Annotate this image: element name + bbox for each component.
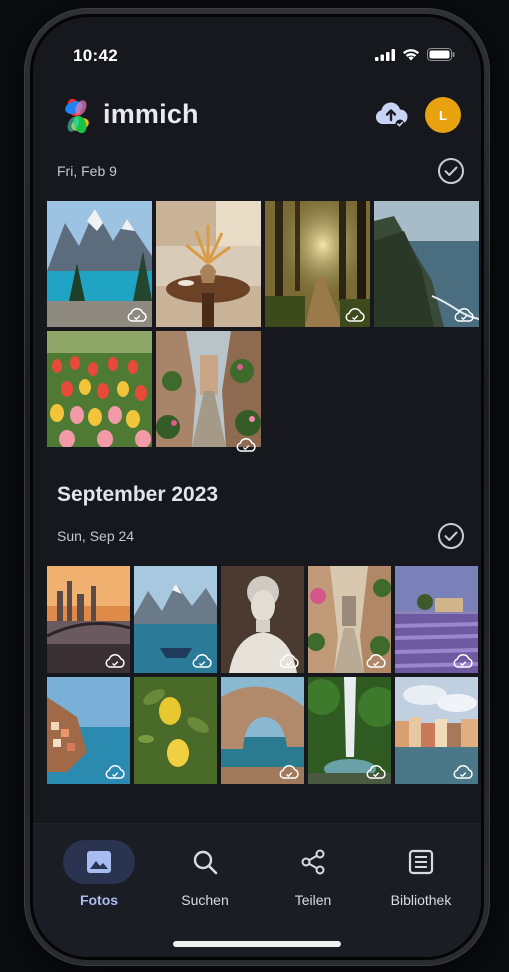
nav-item-bibliothek[interactable]: Bibliothek: [371, 840, 471, 908]
lemons-image: [134, 677, 217, 784]
app-name: immich: [103, 99, 199, 129]
nav-label: Suchen: [181, 892, 229, 908]
battery-icon: [427, 48, 455, 61]
search-icon: [193, 850, 218, 875]
photo-grid-sep: [47, 566, 478, 784]
nav-indicator: [277, 840, 349, 884]
nav-item-suchen[interactable]: Suchen: [155, 840, 255, 908]
cloud-synced-icon: [192, 653, 212, 668]
cloud-synced-icon: [105, 653, 125, 668]
nav-label: Teilen: [294, 892, 332, 908]
date-label: Sun, Sep 24: [57, 528, 135, 544]
photo-thumbnail[interactable]: [134, 566, 217, 673]
photo-thumbnail[interactable]: [221, 677, 304, 784]
bottom-navigation: Fotos Suchen Teilen Bibliothek: [33, 823, 481, 957]
image-icon: [87, 851, 111, 873]
select-all-check-icon[interactable]: [437, 157, 465, 185]
home-indicator[interactable]: [173, 941, 341, 947]
nav-item-teilen[interactable]: Teilen: [263, 840, 363, 908]
photo-thumbnail[interactable]: [47, 566, 130, 673]
nav-indicator: [385, 840, 457, 884]
signal-icon: [375, 48, 395, 61]
cloud-synced-icon: [453, 764, 473, 779]
user-avatar[interactable]: L: [425, 97, 461, 133]
cloud-synced-icon: [366, 764, 386, 779]
status-bar: 10:42: [33, 17, 481, 77]
nav-label: Fotos: [79, 892, 119, 908]
immich-logo-icon: [65, 98, 89, 134]
photo-thumbnail[interactable]: [374, 201, 479, 327]
backup-cloud-icon[interactable]: [373, 99, 409, 131]
date-label: Fri, Feb 9: [57, 163, 117, 179]
tulip-field-image: [47, 331, 152, 448]
photo-thumbnail[interactable]: [308, 566, 391, 673]
cloud-synced-icon: [279, 764, 299, 779]
date-header-sep-24: Sun, Sep 24: [57, 522, 465, 552]
photo-thumbnail[interactable]: [134, 677, 217, 784]
cloud-synced-icon: [345, 307, 365, 322]
phone-frame: 10:42 immich L Fri, Feb 9 September 2023…: [24, 8, 490, 966]
photo-thumbnail[interactable]: [156, 201, 261, 327]
photo-thumbnail[interactable]: [156, 331, 261, 457]
cloud-synced-icon: [366, 653, 386, 668]
month-title: September 2023: [57, 483, 219, 506]
cloud-synced-icon: [453, 653, 473, 668]
select-all-check-icon[interactable]: [437, 522, 465, 550]
cloud-synced-icon: [279, 653, 299, 668]
photo-grid-feb: [47, 201, 479, 457]
cloud-synced-icon: [105, 764, 125, 779]
status-time: 10:42: [73, 46, 118, 65]
date-header-feb-9: Fri, Feb 9: [57, 157, 465, 187]
photo-thumbnail[interactable]: [47, 677, 130, 784]
cloud-synced-icon: [454, 307, 474, 322]
share-icon: [301, 849, 325, 875]
nav-item-fotos[interactable]: Fotos: [49, 840, 149, 908]
app-header: immich L: [57, 97, 461, 137]
wifi-icon: [403, 49, 419, 61]
flowered-alley-image: [156, 331, 261, 447]
photo-thumbnail[interactable]: [395, 566, 478, 673]
library-icon: [408, 849, 434, 875]
cloud-synced-icon: [236, 437, 256, 452]
photo-thumbnail[interactable]: [395, 677, 478, 784]
living-room-image: [156, 201, 261, 327]
photo-thumbnail[interactable]: [47, 201, 152, 327]
phone-screen: 10:42 immich L Fri, Feb 9 September 2023…: [30, 14, 484, 960]
photo-thumbnail[interactable]: [308, 677, 391, 784]
photo-thumbnail[interactable]: [47, 331, 152, 457]
nav-indicator: [63, 840, 135, 884]
cloud-synced-icon: [127, 307, 147, 322]
photo-thumbnail[interactable]: [221, 566, 304, 673]
status-icons: [375, 48, 455, 61]
nav-label: Bibliothek: [390, 892, 452, 908]
photo-thumbnail[interactable]: [265, 201, 370, 327]
nav-indicator: [169, 840, 241, 884]
